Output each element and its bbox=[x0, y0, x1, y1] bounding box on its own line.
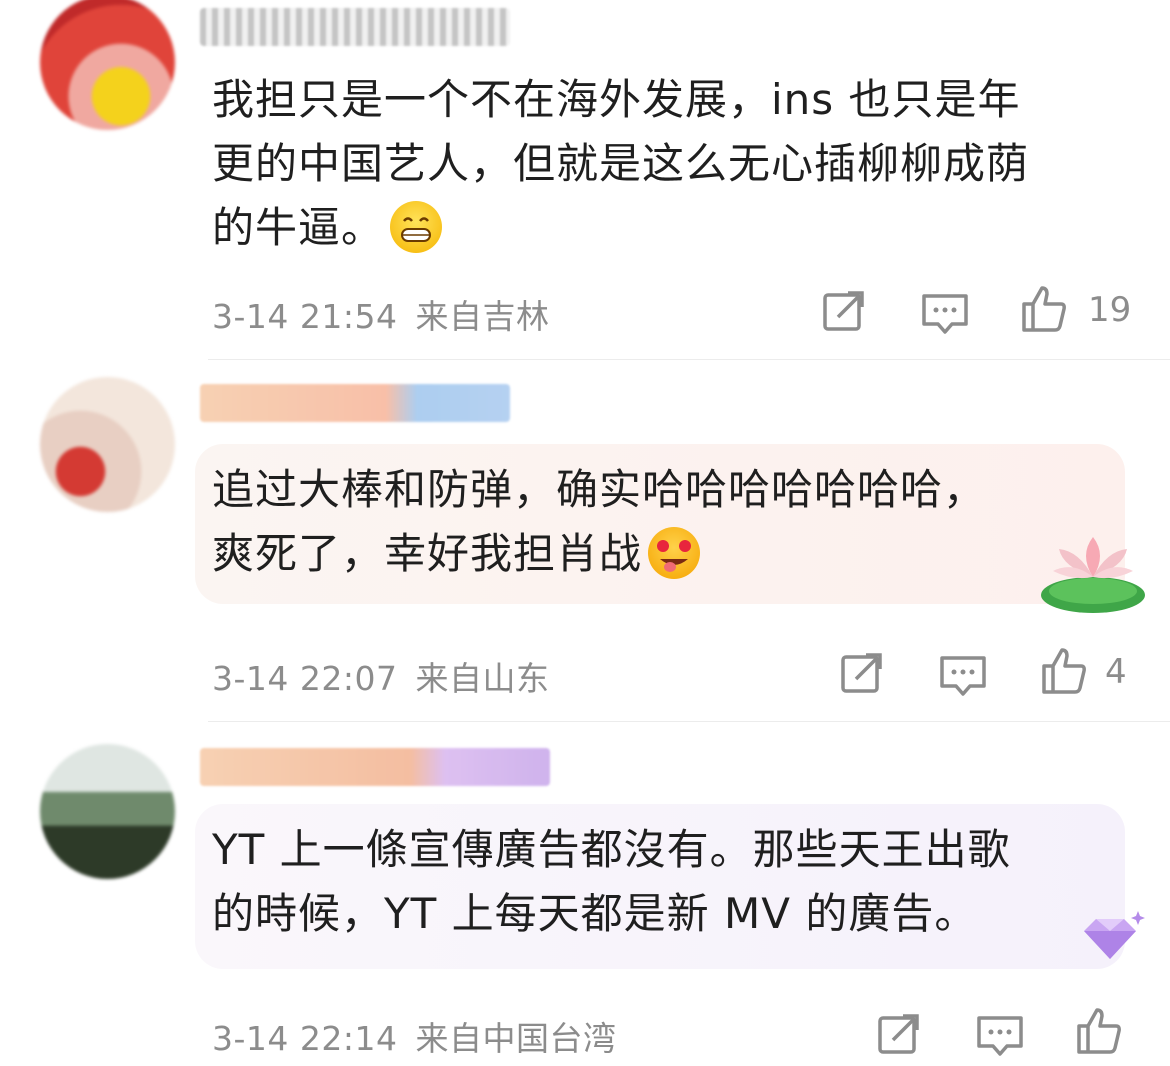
comment-location: 来自山东 bbox=[415, 659, 550, 698]
divider bbox=[208, 721, 1170, 722]
divider bbox=[208, 359, 1170, 360]
comment-icon[interactable] bbox=[920, 290, 970, 340]
username[interactable] bbox=[200, 384, 510, 422]
lotus-sticker bbox=[1035, 527, 1150, 617]
like-count: 4 bbox=[1105, 652, 1127, 692]
thumbs-up-icon[interactable] bbox=[1020, 284, 1070, 334]
avatar[interactable] bbox=[40, 744, 175, 879]
share-icon[interactable] bbox=[820, 287, 870, 337]
comment-time: 3-14 22:07 bbox=[212, 659, 398, 698]
comment-meta: 3-14 21:54 来自吉林 bbox=[212, 290, 568, 338]
comment-meta: 3-14 22:07 来自山东 bbox=[212, 652, 568, 700]
comment-meta: 3-14 22:14 来自中国台湾 bbox=[212, 1012, 635, 1060]
like-count: 19 bbox=[1088, 290, 1132, 330]
comment-1: 我担只是一个不在海外发展，ins 也只是年 更的中国艺人，但就是这么无心插柳柳成… bbox=[0, 0, 1170, 360]
share-icon[interactable] bbox=[838, 649, 888, 699]
avatar[interactable] bbox=[40, 0, 175, 130]
gem-sticker bbox=[1070, 909, 1150, 969]
comment-icon[interactable] bbox=[975, 1012, 1025, 1062]
thumbs-up-icon[interactable] bbox=[1040, 646, 1090, 696]
comment-text: 我担只是一个不在海外发展，ins 也只是年 更的中国艺人，但就是这么无心插柳柳成… bbox=[212, 75, 1030, 253]
username[interactable] bbox=[200, 8, 510, 46]
thumbs-up-icon[interactable] bbox=[1075, 1006, 1125, 1056]
comment-location: 来自中国台湾 bbox=[415, 1019, 617, 1058]
comment-text: 追过大棒和防弹，确实哈哈哈哈哈哈哈， 爽死了，幸好我担肖战 bbox=[212, 465, 987, 579]
heart-eyes-tongue-emoji bbox=[648, 526, 701, 579]
comment-time: 3-14 22:14 bbox=[212, 1019, 398, 1058]
grinning-face-emoji bbox=[390, 200, 443, 253]
username[interactable] bbox=[200, 748, 550, 786]
comment-time: 3-14 21:54 bbox=[212, 297, 398, 336]
share-icon[interactable] bbox=[875, 1010, 925, 1060]
comment-3: YT 上一條宣傳廣告都沒有。那些天王出歌 的時候，YT 上每天都是新 MV 的廣… bbox=[0, 724, 1170, 1058]
comment-icon[interactable] bbox=[938, 652, 988, 702]
comment-2: 追过大棒和防弹，确实哈哈哈哈哈哈哈， 爽死了，幸好我担肖战 3-14 22:07… bbox=[0, 362, 1170, 722]
comment-text: YT 上一條宣傳廣告都沒有。那些天王出歌 的時候，YT 上每天都是新 MV 的廣… bbox=[212, 825, 1011, 938]
avatar[interactable] bbox=[40, 377, 175, 512]
comment-location: 来自吉林 bbox=[415, 297, 550, 336]
